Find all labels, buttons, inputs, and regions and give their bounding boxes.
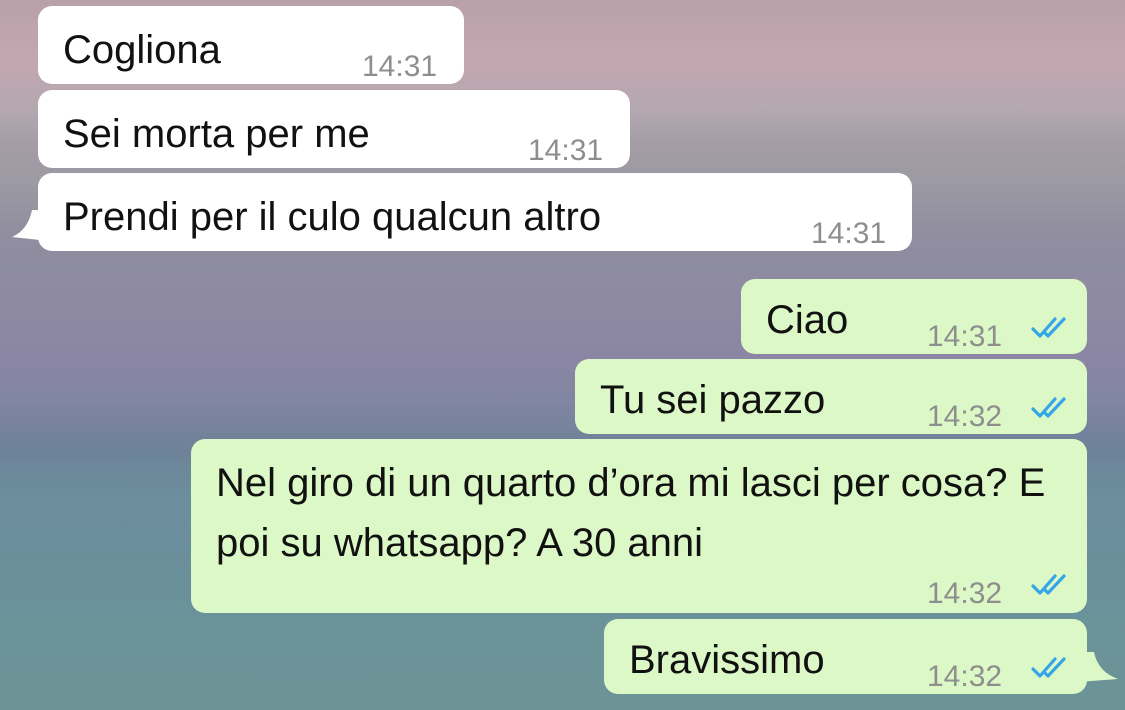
message-timestamp: 14:31 [362,50,438,83]
message-text: Prendi per il culo qualcun altro [63,195,602,239]
message-text: Sei morta per me [63,112,370,156]
message-text: Tu sei pazzo [600,378,826,422]
double-check-icon [1031,657,1066,678]
message-timestamp: 14:32 [927,400,1003,433]
outgoing-message[interactable]: Bravissimo 14:32 [604,619,1087,694]
message-text: Ciao [766,298,849,342]
chat-thread[interactable]: Cogliona 14:31 Sei morta per me 14:31 Pr… [0,0,1125,710]
incoming-message[interactable]: Prendi per il culo qualcun altro 14:31 [38,173,912,251]
outgoing-message[interactable]: Nel giro di un quarto d’ora mi lasci per… [191,439,1087,613]
message-text: Cogliona [63,28,221,72]
outgoing-message[interactable]: Tu sei pazzo 14:32 [575,359,1087,434]
outgoing-message[interactable]: Ciao 14:31 [741,279,1087,354]
message-timestamp: 14:31 [528,134,604,167]
message-text: Nel giro di un quarto d’ora mi lasci per… [216,461,1046,565]
incoming-message[interactable]: Cogliona 14:31 [38,6,464,84]
message-timestamp: 14:32 [927,660,1003,693]
double-check-icon [1031,574,1066,595]
incoming-message[interactable]: Sei morta per me 14:31 [38,90,630,168]
message-timestamp: 14:31 [811,217,887,250]
double-check-icon [1031,397,1066,418]
message-text: Bravissimo [629,638,825,682]
message-timestamp: 14:32 [927,577,1003,610]
message-timestamp: 14:31 [927,320,1003,353]
double-check-icon [1031,317,1066,338]
